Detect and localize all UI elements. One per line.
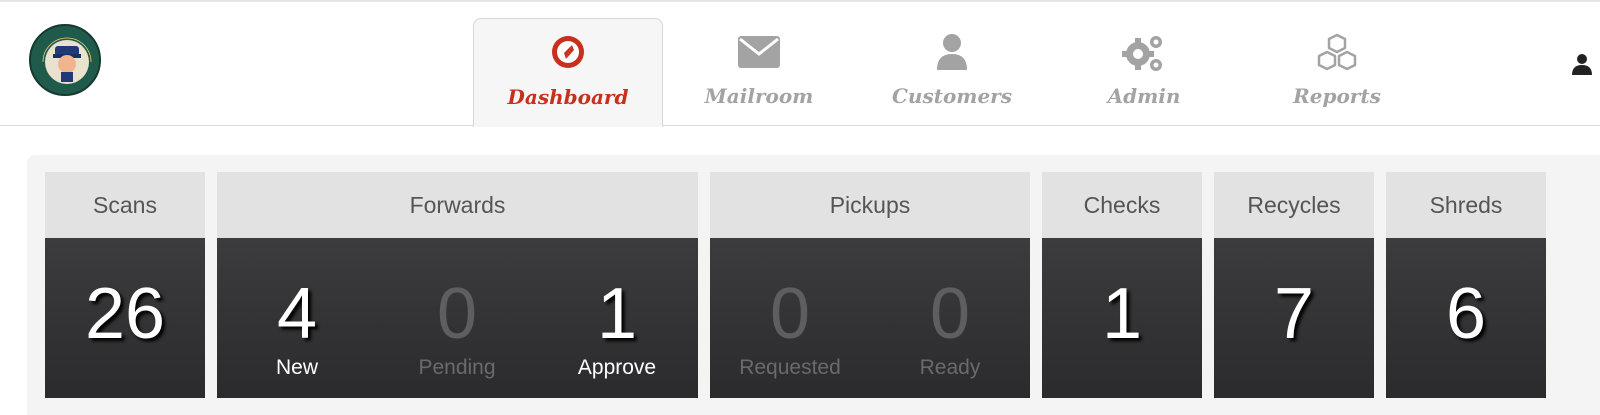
scans-count: 26	[84, 274, 166, 354]
pickups-card: Pickups 0 Requested 0 Ready	[710, 172, 1030, 398]
top-navigation-bar: Dashboard Mailroom Customers Admin Repor…	[0, 2, 1600, 127]
checks-count-cell[interactable]: 1	[1042, 238, 1202, 398]
checks-body: 1	[1042, 238, 1202, 398]
checks-count: 1	[1101, 274, 1143, 354]
forwards-new-cell[interactable]: 4 New	[237, 238, 357, 398]
recycles-count: 7	[1273, 274, 1315, 354]
tab-mailroom[interactable]: Mailroom	[664, 18, 854, 126]
tab-reports-label: Reports	[1293, 84, 1381, 108]
scans-title: Scans	[45, 172, 205, 238]
pickups-requested-label: Requested	[739, 356, 841, 379]
tab-mailroom-label: Mailroom	[704, 84, 814, 108]
envelope-icon	[738, 36, 780, 68]
pickups-requested-cell[interactable]: 0 Requested	[729, 238, 851, 398]
forwards-approve-label: Approve	[577, 356, 657, 379]
shreds-count-cell[interactable]: 6	[1386, 238, 1546, 398]
shreds-body: 6	[1386, 238, 1546, 398]
scans-count-cell[interactable]: 26	[45, 238, 205, 398]
compass-icon	[552, 36, 584, 68]
tab-admin[interactable]: Admin	[1049, 18, 1239, 126]
pickups-ready-label: Ready	[919, 356, 981, 379]
shreds-count: 6	[1445, 274, 1487, 354]
forwards-approve-cell[interactable]: 1 Approve	[557, 238, 677, 398]
tab-customers-label: Customers	[892, 84, 1012, 108]
pickups-ready-cell[interactable]: 0 Ready	[890, 238, 1010, 398]
forwards-new-label: New	[275, 356, 318, 379]
tab-dashboard[interactable]: Dashboard	[473, 18, 663, 127]
gears-icon	[1122, 36, 1162, 71]
user-account-icon[interactable]	[1570, 52, 1594, 76]
pickups-title: Pickups	[710, 172, 1030, 238]
recycles-title: Recycles	[1214, 172, 1374, 238]
scans-body: 26	[45, 238, 205, 398]
tab-dashboard-label: Dashboard	[507, 85, 629, 109]
person-icon	[937, 34, 967, 70]
scans-card[interactable]: Scans 26	[45, 172, 205, 398]
recycles-count-cell[interactable]: 7	[1214, 238, 1374, 398]
forwards-new-count: 4	[276, 274, 318, 354]
forwards-pending-label: Pending	[418, 356, 496, 379]
pickups-ready-count: 0	[929, 274, 971, 354]
pickups-body: 0 Requested 0 Ready	[710, 238, 1030, 398]
tab-reports[interactable]: Reports	[1242, 18, 1432, 126]
cubes-icon	[1317, 33, 1357, 71]
forwards-title: Forwards	[217, 172, 698, 238]
recycles-card[interactable]: Recycles 7	[1214, 172, 1374, 398]
forwards-card: Forwards 4 New 0 Pending 1 Approve	[217, 172, 698, 398]
tab-customers[interactable]: Customers	[857, 18, 1047, 126]
futuramail-logo[interactable]	[29, 24, 101, 96]
tab-admin-label: Admin	[1107, 84, 1181, 108]
forwards-body: 4 New 0 Pending 1 Approve	[217, 238, 698, 398]
pickups-requested-count: 0	[769, 274, 811, 354]
checks-title: Checks	[1042, 172, 1202, 238]
shreds-title: Shreds	[1386, 172, 1546, 238]
forwards-pending-cell[interactable]: 0 Pending	[397, 238, 517, 398]
recycles-body: 7	[1214, 238, 1374, 398]
checks-card[interactable]: Checks 1	[1042, 172, 1202, 398]
forwards-pending-count: 0	[436, 274, 478, 354]
forwards-approve-count: 1	[596, 274, 638, 354]
mail-carrier-logo-icon	[33, 28, 99, 94]
shreds-card[interactable]: Shreds 6	[1386, 172, 1546, 398]
